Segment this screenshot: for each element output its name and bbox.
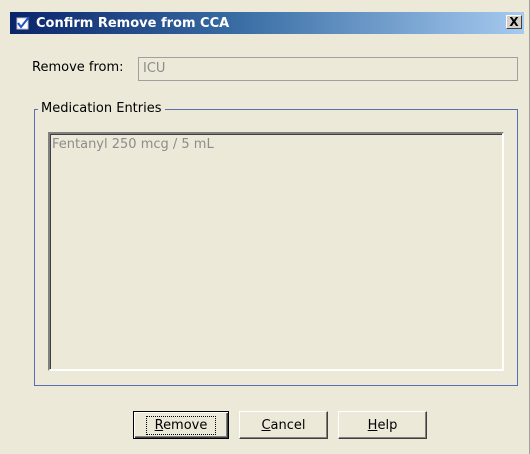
title-bar[interactable]: Confirm Remove from CCA X bbox=[10, 12, 524, 34]
remove-label-rest: emove bbox=[163, 417, 208, 433]
close-button[interactable]: X bbox=[506, 15, 522, 29]
remove-from-field[interactable]: ICU bbox=[138, 57, 518, 81]
cancel-button[interactable]: Cancel bbox=[239, 411, 328, 439]
remove-button[interactable]: Remove bbox=[133, 411, 229, 439]
checkmark-document-icon bbox=[14, 14, 32, 32]
close-icon: X bbox=[509, 15, 519, 29]
cancel-label-rest: ancel bbox=[270, 417, 306, 433]
medication-entries-legend: Medication Entries bbox=[38, 101, 165, 117]
confirm-remove-dialog: Confirm Remove from CCA X Remove from: I… bbox=[0, 0, 530, 454]
help-label-rest: elp bbox=[377, 417, 398, 433]
cancel-mnemonic: C bbox=[261, 417, 271, 433]
window-title: Confirm Remove from CCA bbox=[36, 15, 230, 31]
help-button[interactable]: Help bbox=[338, 411, 427, 439]
remove-mnemonic: R bbox=[154, 417, 164, 433]
medication-entries-list[interactable]: Fentanyl 250 mcg / 5 mL bbox=[48, 132, 504, 371]
focus-ring: Remove bbox=[145, 415, 217, 435]
list-item[interactable]: Fentanyl 250 mcg / 5 mL bbox=[50, 134, 502, 153]
remove-from-label: Remove from: bbox=[32, 60, 124, 75]
remove-from-row: Remove from: bbox=[32, 60, 124, 75]
help-mnemonic: H bbox=[367, 417, 378, 433]
